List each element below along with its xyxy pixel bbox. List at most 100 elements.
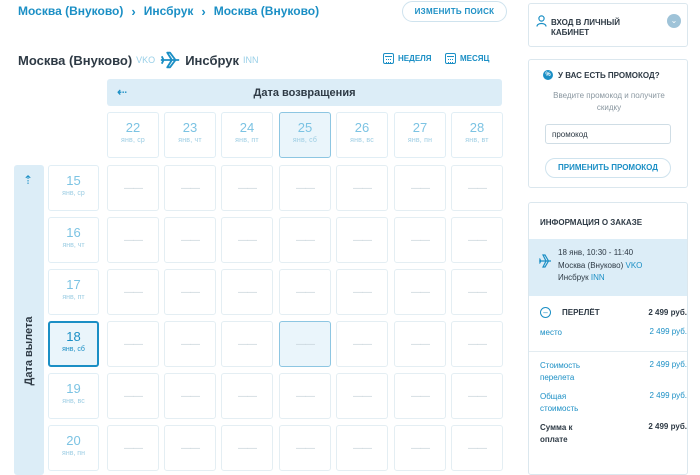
price-grid-cell[interactable]: —— [451,165,503,211]
price-empty-dash: —— [124,338,143,350]
login-panel[interactable]: ВХОД В ЛИЧНЫЙ КАБИНЕТ ⌄ [528,3,688,47]
promo-input[interactable]: промокод [545,124,671,144]
return-date-cell[interactable]: 23 янв, чт [164,112,216,158]
price-grid-cell[interactable]: —— [336,269,388,315]
price-grid-cell[interactable]: —— [394,217,446,263]
price-grid-cell[interactable]: —— [221,165,273,211]
price-grid-cell[interactable]: —— [221,321,273,367]
price-empty-dash: —— [181,442,200,454]
price-grid-cell[interactable]: —— [451,269,503,315]
price-grid-cell[interactable]: —— [279,165,331,211]
price-grid-cell[interactable]: —— [451,373,503,419]
price-grid-cell[interactable]: —— [279,321,331,367]
departure-date-day: 18 [66,329,81,344]
return-date-cell[interactable]: 28 янв, вт [451,112,503,158]
promo-hint: Введите промокод и получите скидку [553,91,665,112]
view-week-toggle[interactable]: НЕДЕЛЯ [383,51,432,65]
departure-date-cell[interactable]: 20 янв, пн [48,425,99,471]
collapse-minus-icon[interactable]: – [540,307,551,318]
price-grid-cell[interactable]: —— [336,425,388,471]
price-grid-cell[interactable]: —— [221,217,273,263]
price-grid-cell[interactable]: —— [451,321,503,367]
price-empty-dash: —— [238,338,257,350]
departure-date-cell[interactable]: 18 янв, сб [48,321,99,367]
price-empty-dash: —— [124,286,143,298]
breadcrumb-item-destination[interactable]: Инсбрук [144,4,194,18]
return-date-cell[interactable]: 22 янв, ср [107,112,159,158]
departure-date-cell[interactable]: 19 янв, вс [48,373,99,419]
price-grid-cell[interactable]: —— [164,425,216,471]
route-header: Москва (Внуково) VKO Инсбрук INN [18,50,258,70]
return-date-weekday: янв, чт [178,137,202,144]
price-grid-cell[interactable]: —— [451,425,503,471]
order-info-title: ИНФОРМАЦИЯ О ЗАКАЗЕ [540,218,643,227]
return-date-cell[interactable]: 25 янв, сб [279,112,331,158]
login-label-line2: КАБИНЕТ [551,28,590,37]
return-date-weekday: янв, пт [235,137,259,144]
return-date-title: Дата возвращения [253,86,356,99]
price-grid-cell[interactable]: —— [164,165,216,211]
price-grid-cell[interactable]: —— [336,321,388,367]
price-grid-cell[interactable]: —— [107,321,159,367]
departure-date-weekday: янв, пн [62,450,85,457]
price-grid-cell[interactable]: —— [221,269,273,315]
price-empty-dash: —— [181,338,200,350]
price-grid-cell[interactable]: —— [279,269,331,315]
price-grid-cell[interactable]: —— [221,373,273,419]
price-empty-dash: —— [238,234,257,246]
price-empty-dash: —— [124,442,143,454]
price-grid-cell[interactable]: —— [394,269,446,315]
price-empty-dash: —— [238,286,257,298]
return-date-day: 27 [412,120,428,135]
price-empty-dash: —— [238,442,257,454]
price-grid-cell[interactable]: —— [336,373,388,419]
price-grid-cell[interactable]: —— [107,165,159,211]
price-grid-cell[interactable]: —— [394,321,446,367]
arrow-up-icon[interactable]: ⇡ [23,173,33,187]
price-empty-dash: —— [468,286,487,298]
price-grid-cell[interactable]: —— [221,425,273,471]
return-date-cell[interactable]: 27 янв, пн [394,112,446,158]
breadcrumb-item-origin[interactable]: Москва (Внуково) [18,4,123,18]
price-grid-cell[interactable]: —— [107,217,159,263]
return-date-day: 25 [297,120,313,135]
price-grid-cell[interactable]: —— [279,373,331,419]
return-date-cell[interactable]: 24 янв, пт [221,112,273,158]
price-grid-cell[interactable]: —— [279,217,331,263]
departure-date-cell[interactable]: 15 янв, ср [48,165,99,211]
price-grid-cell[interactable]: —— [336,165,388,211]
price-grid-cell[interactable]: —— [107,269,159,315]
apply-promo-button[interactable]: ПРИМЕНИТЬ ПРОМОКОД [545,158,671,178]
departure-date-cell[interactable]: 17 янв, пт [48,269,99,315]
breadcrumb-item-return[interactable]: Москва (Внуково) [214,4,319,18]
return-date-day: 28 [469,120,485,135]
return-date-day: 23 [182,120,198,135]
price-grid-cell[interactable]: —— [164,321,216,367]
price-empty-dash: —— [124,390,143,402]
price-grid-cell[interactable]: —— [164,217,216,263]
price-grid-cell[interactable]: —— [164,373,216,419]
price-grid-cell[interactable]: —— [394,165,446,211]
route-to-city: Инсбрук [185,52,239,68]
price-grid-cell[interactable]: —— [107,373,159,419]
price-grid-cell[interactable]: —— [336,217,388,263]
chevron-down-icon[interactable]: ⌄ [667,14,681,28]
view-month-toggle[interactable]: МЕСЯЦ [445,51,489,65]
arrow-left-icon[interactable]: ⇠ [117,85,127,99]
departure-date-cell[interactable]: 16 янв, чт [48,217,99,263]
price-grid-cell[interactable]: —— [451,217,503,263]
price-empty-dash: —— [181,182,200,194]
airplane-icon [538,254,551,268]
price-grid-cell[interactable]: —— [107,425,159,471]
price-grid-cell[interactable]: —— [279,425,331,471]
change-search-button[interactable]: ИЗМЕНИТЬ ПОИСК [402,1,507,22]
price-grid-cell[interactable]: —— [394,425,446,471]
order-info-panel: ИНФОРМАЦИЯ О ЗАКАЗЕ 18 янв, 10:30 - 11:4… [528,202,688,475]
price-grid-cell[interactable]: —— [394,373,446,419]
return-date-weekday: янв, ср [120,137,146,144]
return-date-day: 24 [239,120,255,135]
price-grid-cell[interactable]: —— [164,269,216,315]
order-divider [529,351,687,352]
order-flight-cost-label: Стоимость перелета [540,361,581,382]
return-date-cell[interactable]: 26 янв, вс [336,112,388,158]
